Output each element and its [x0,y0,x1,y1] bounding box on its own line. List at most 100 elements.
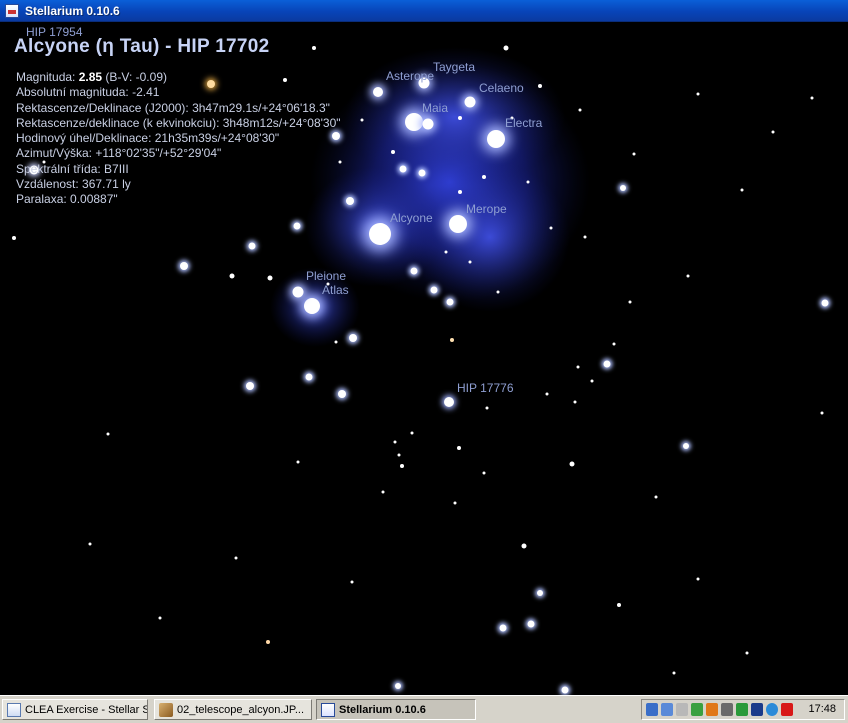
antivirus-icon[interactable] [721,703,733,716]
star[interactable] [683,443,689,449]
star[interactable] [526,180,530,184]
star[interactable] [503,45,509,51]
taskbar-item-image-file[interactable]: 02_telescope_alcyon.JP... [154,699,312,720]
shield-icon[interactable] [751,703,763,716]
star[interactable] [617,603,621,607]
star[interactable] [485,406,489,410]
star[interactable] [400,464,404,468]
star-maia-companion[interactable] [422,118,434,130]
system-clock[interactable]: 17:48 [808,703,836,715]
star[interactable] [444,250,448,254]
star[interactable] [573,400,577,404]
star[interactable] [418,169,426,177]
network-icon[interactable] [646,703,658,716]
star[interactable] [334,340,338,344]
star[interactable] [410,267,418,275]
star[interactable] [654,495,658,499]
star[interactable] [468,260,472,264]
star[interactable] [360,118,364,122]
star[interactable] [180,262,188,270]
star[interactable] [12,236,16,240]
star[interactable] [583,235,587,239]
star[interactable] [628,300,632,304]
star[interactable] [305,373,313,381]
star[interactable] [537,590,543,596]
sky-view[interactable]: HIP 17954 Asterope Taygeta Celaeno Maia … [0,22,848,695]
app-tray-icon[interactable] [781,703,793,716]
star[interactable] [578,108,582,112]
star[interactable] [499,624,507,632]
security-icon[interactable] [691,703,703,716]
star[interactable] [496,290,500,294]
star[interactable] [296,460,300,464]
volume-icon[interactable] [676,703,688,716]
star[interactable] [612,342,616,346]
star-atlas[interactable] [304,298,320,314]
star[interactable] [453,501,457,505]
star[interactable] [561,686,569,694]
star[interactable] [399,165,407,173]
display-icon[interactable] [661,703,673,716]
star[interactable] [395,683,401,689]
star[interactable] [338,390,346,398]
star[interactable] [590,379,594,383]
star[interactable] [349,334,357,342]
star[interactable] [350,580,354,584]
star[interactable] [234,556,238,560]
star[interactable] [446,298,454,306]
star[interactable] [482,175,486,179]
star-merope[interactable] [449,215,467,233]
star[interactable] [482,471,486,475]
star[interactable] [293,222,301,230]
star[interactable] [686,274,690,278]
star-pleione[interactable] [292,286,304,298]
star[interactable] [696,577,700,581]
star[interactable] [740,188,744,192]
sync-icon[interactable] [736,703,748,716]
star[interactable] [569,461,575,467]
star[interactable] [450,338,454,342]
star[interactable] [88,542,92,546]
star[interactable] [632,152,636,156]
star[interactable] [771,130,775,134]
browser-tray-icon[interactable] [766,703,778,716]
star[interactable] [457,446,461,450]
star-celaeno[interactable] [373,87,383,97]
star[interactable] [391,150,395,154]
star[interactable] [545,392,549,396]
star[interactable] [521,543,527,549]
star[interactable] [397,453,401,457]
star[interactable] [745,651,749,655]
star[interactable] [810,96,814,100]
star[interactable] [458,116,462,120]
star[interactable] [106,432,110,436]
star[interactable] [527,620,535,628]
star-hip-17776[interactable] [444,397,454,407]
star[interactable] [620,185,626,191]
star[interactable] [393,440,397,444]
star[interactable] [266,640,270,644]
star[interactable] [672,671,676,675]
star[interactable] [458,190,462,194]
star-alcyone[interactable] [369,223,391,245]
star[interactable] [381,490,385,494]
taskbar-item-clea-exercise[interactable]: CLEA Exercise - Stellar S... [2,699,148,720]
taskbar-item-stellarium[interactable]: Stellarium 0.10.6 [316,699,476,720]
star[interactable] [267,275,273,281]
star[interactable] [158,616,162,620]
star[interactable] [410,431,414,435]
star-maia[interactable] [405,113,423,131]
star[interactable] [549,226,553,230]
star[interactable] [246,382,254,390]
star[interactable] [603,360,611,368]
star[interactable] [346,197,354,205]
star[interactable] [820,411,824,415]
star[interactable] [248,242,256,250]
update-icon[interactable] [706,703,718,716]
star[interactable] [430,286,438,294]
star[interactable] [821,299,829,307]
star[interactable] [229,273,235,279]
star[interactable] [696,92,700,96]
window-title-bar[interactable]: Stellarium 0.10.6 [0,0,848,22]
star[interactable] [538,84,542,88]
